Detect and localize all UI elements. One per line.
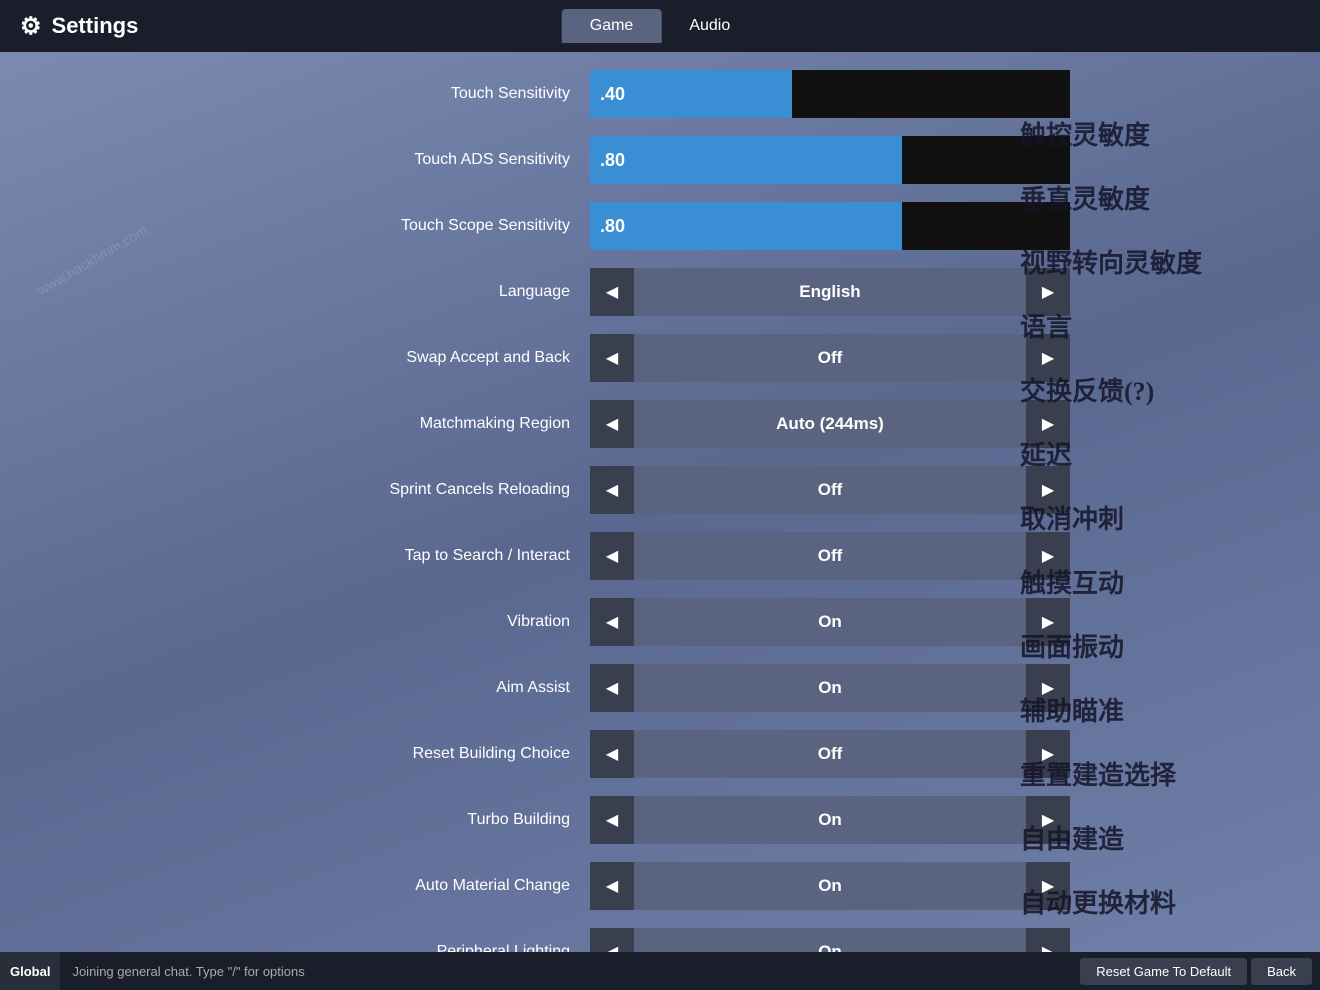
sprint-value: Off (634, 466, 1026, 514)
slider-value-touch-ads: .80 (600, 150, 625, 171)
slider-value-touch-sensitivity: .40 (600, 84, 625, 105)
toggle-auto-material: ◀ On ▶ (590, 862, 1070, 910)
setting-row-touch-sensitivity: Touch Sensitivity .40 (250, 62, 1070, 126)
label-reset-building: Reset Building Choice (250, 745, 590, 763)
top-nav: ⚙ Settings Game Audio (0, 0, 1320, 52)
setting-row-touch-scope: Touch Scope Sensitivity .80 (250, 194, 1070, 258)
toggle-turbo-building: ◀ On ▶ (590, 796, 1070, 844)
setting-row-language: Language ◀ English ▶ (250, 260, 1070, 324)
reset-building-value: Off (634, 730, 1026, 778)
turbo-building-next-button[interactable]: ▶ (1026, 796, 1070, 844)
swap-accept-next-button[interactable]: ▶ (1026, 334, 1070, 382)
language-prev-button[interactable]: ◀ (590, 268, 634, 316)
app-title: ⚙ Settings (0, 12, 138, 41)
language-next-button[interactable]: ▶ (1026, 268, 1070, 316)
slider-touch-sensitivity[interactable]: .40 (590, 70, 1070, 118)
slider-fill-touch-sensitivity: .40 (590, 70, 792, 118)
label-matchmaking: Matchmaking Region (250, 415, 590, 433)
turbo-building-prev-button[interactable]: ◀ (590, 796, 634, 844)
vibration-prev-button[interactable]: ◀ (590, 598, 634, 646)
label-touch-scope: Touch Scope Sensitivity (250, 217, 590, 235)
setting-row-sprint: Sprint Cancels Reloading ◀ Off ▶ (250, 458, 1070, 522)
auto-material-prev-button[interactable]: ◀ (590, 862, 634, 910)
slider-fill-touch-scope: .80 (590, 202, 902, 250)
setting-row-turbo-building: Turbo Building ◀ On ▶ (250, 788, 1070, 852)
swap-accept-prev-button[interactable]: ◀ (590, 334, 634, 382)
setting-row-matchmaking: Matchmaking Region ◀ Auto (244ms) ▶ (250, 392, 1070, 456)
label-turbo-building: Turbo Building (250, 811, 590, 829)
setting-row-swap-accept: Swap Accept and Back ◀ Off ▶ (250, 326, 1070, 390)
toggle-swap-accept: ◀ Off ▶ (590, 334, 1070, 382)
settings-container: Touch Sensitivity .40 Touch ADS Sensitiv… (250, 62, 1070, 952)
bottom-bar: Global Joining general chat. Type "/" fo… (0, 952, 1320, 990)
title-text: Settings (52, 13, 139, 39)
vibration-value: On (634, 598, 1026, 646)
slider-value-touch-scope: .80 (600, 216, 625, 237)
setting-row-peripheral: Peripheral Lighting ◀ On ▶ (250, 920, 1070, 952)
setting-row-aim-assist: Aim Assist ◀ On ▶ (250, 656, 1070, 720)
matchmaking-next-button[interactable]: ▶ (1026, 400, 1070, 448)
toggle-peripheral: ◀ On ▶ (590, 928, 1070, 952)
toggle-matchmaking: ◀ Auto (244ms) ▶ (590, 400, 1070, 448)
language-value: English (634, 268, 1026, 316)
sprint-next-button[interactable]: ▶ (1026, 466, 1070, 514)
toggle-tap-search: ◀ Off ▶ (590, 532, 1070, 580)
label-sprint: Sprint Cancels Reloading (250, 481, 590, 499)
label-language: Language (250, 283, 590, 301)
matchmaking-value: Auto (244ms) (634, 400, 1026, 448)
label-auto-material: Auto Material Change (250, 877, 590, 895)
label-tap-search: Tap to Search / Interact (250, 547, 590, 565)
peripheral-value: On (634, 928, 1026, 952)
nav-tabs: Game Audio (562, 9, 759, 43)
chat-text: Joining general chat. Type "/" for optio… (60, 964, 1080, 979)
setting-row-vibration: Vibration ◀ On ▶ (250, 590, 1070, 654)
toggle-reset-building: ◀ Off ▶ (590, 730, 1070, 778)
slider-touch-ads[interactable]: .80 (590, 136, 1070, 184)
tap-search-next-button[interactable]: ▶ (1026, 532, 1070, 580)
setting-row-touch-ads: Touch ADS Sensitivity .80 (250, 128, 1070, 192)
setting-row-tap-search: Tap to Search / Interact ◀ Off ▶ (250, 524, 1070, 588)
aim-assist-next-button[interactable]: ▶ (1026, 664, 1070, 712)
reset-building-next-button[interactable]: ▶ (1026, 730, 1070, 778)
setting-row-reset-building: Reset Building Choice ◀ Off ▶ (250, 722, 1070, 786)
slider-fill-touch-ads: .80 (590, 136, 902, 184)
main-content: www.hackhmm.com Touch Sensitivity .40 To… (0, 52, 1320, 952)
toggle-vibration: ◀ On ▶ (590, 598, 1070, 646)
label-peripheral: Peripheral Lighting (250, 943, 590, 952)
label-touch-sensitivity: Touch Sensitivity (250, 85, 590, 103)
toggle-language: ◀ English ▶ (590, 268, 1070, 316)
auto-material-next-button[interactable]: ▶ (1026, 862, 1070, 910)
peripheral-prev-button[interactable]: ◀ (590, 928, 634, 952)
watermark: www.hackhmm.com (34, 222, 150, 298)
aim-assist-value: On (634, 664, 1026, 712)
toggle-aim-assist: ◀ On ▶ (590, 664, 1070, 712)
tab-audio[interactable]: Audio (661, 9, 758, 43)
tab-game[interactable]: Game (562, 9, 662, 43)
gear-icon: ⚙ (20, 12, 42, 41)
swap-accept-value: Off (634, 334, 1026, 382)
auto-material-value: On (634, 862, 1026, 910)
label-swap-accept: Swap Accept and Back (250, 349, 590, 367)
matchmaking-prev-button[interactable]: ◀ (590, 400, 634, 448)
turbo-building-value: On (634, 796, 1026, 844)
reset-building-prev-button[interactable]: ◀ (590, 730, 634, 778)
back-button[interactable]: Back (1251, 958, 1312, 985)
setting-row-auto-material: Auto Material Change ◀ On ▶ (250, 854, 1070, 918)
sprint-prev-button[interactable]: ◀ (590, 466, 634, 514)
label-touch-ads: Touch ADS Sensitivity (250, 151, 590, 169)
bottom-buttons: Reset Game To Default Back (1080, 958, 1320, 985)
peripheral-next-button[interactable]: ▶ (1026, 928, 1070, 952)
label-vibration: Vibration (250, 613, 590, 631)
tap-search-value: Off (634, 532, 1026, 580)
aim-assist-prev-button[interactable]: ◀ (590, 664, 634, 712)
slider-touch-scope[interactable]: .80 (590, 202, 1070, 250)
toggle-sprint: ◀ Off ▶ (590, 466, 1070, 514)
label-aim-assist: Aim Assist (250, 679, 590, 697)
tap-search-prev-button[interactable]: ◀ (590, 532, 634, 580)
reset-game-button[interactable]: Reset Game To Default (1080, 958, 1247, 985)
vibration-next-button[interactable]: ▶ (1026, 598, 1070, 646)
global-label: Global (0, 952, 60, 990)
